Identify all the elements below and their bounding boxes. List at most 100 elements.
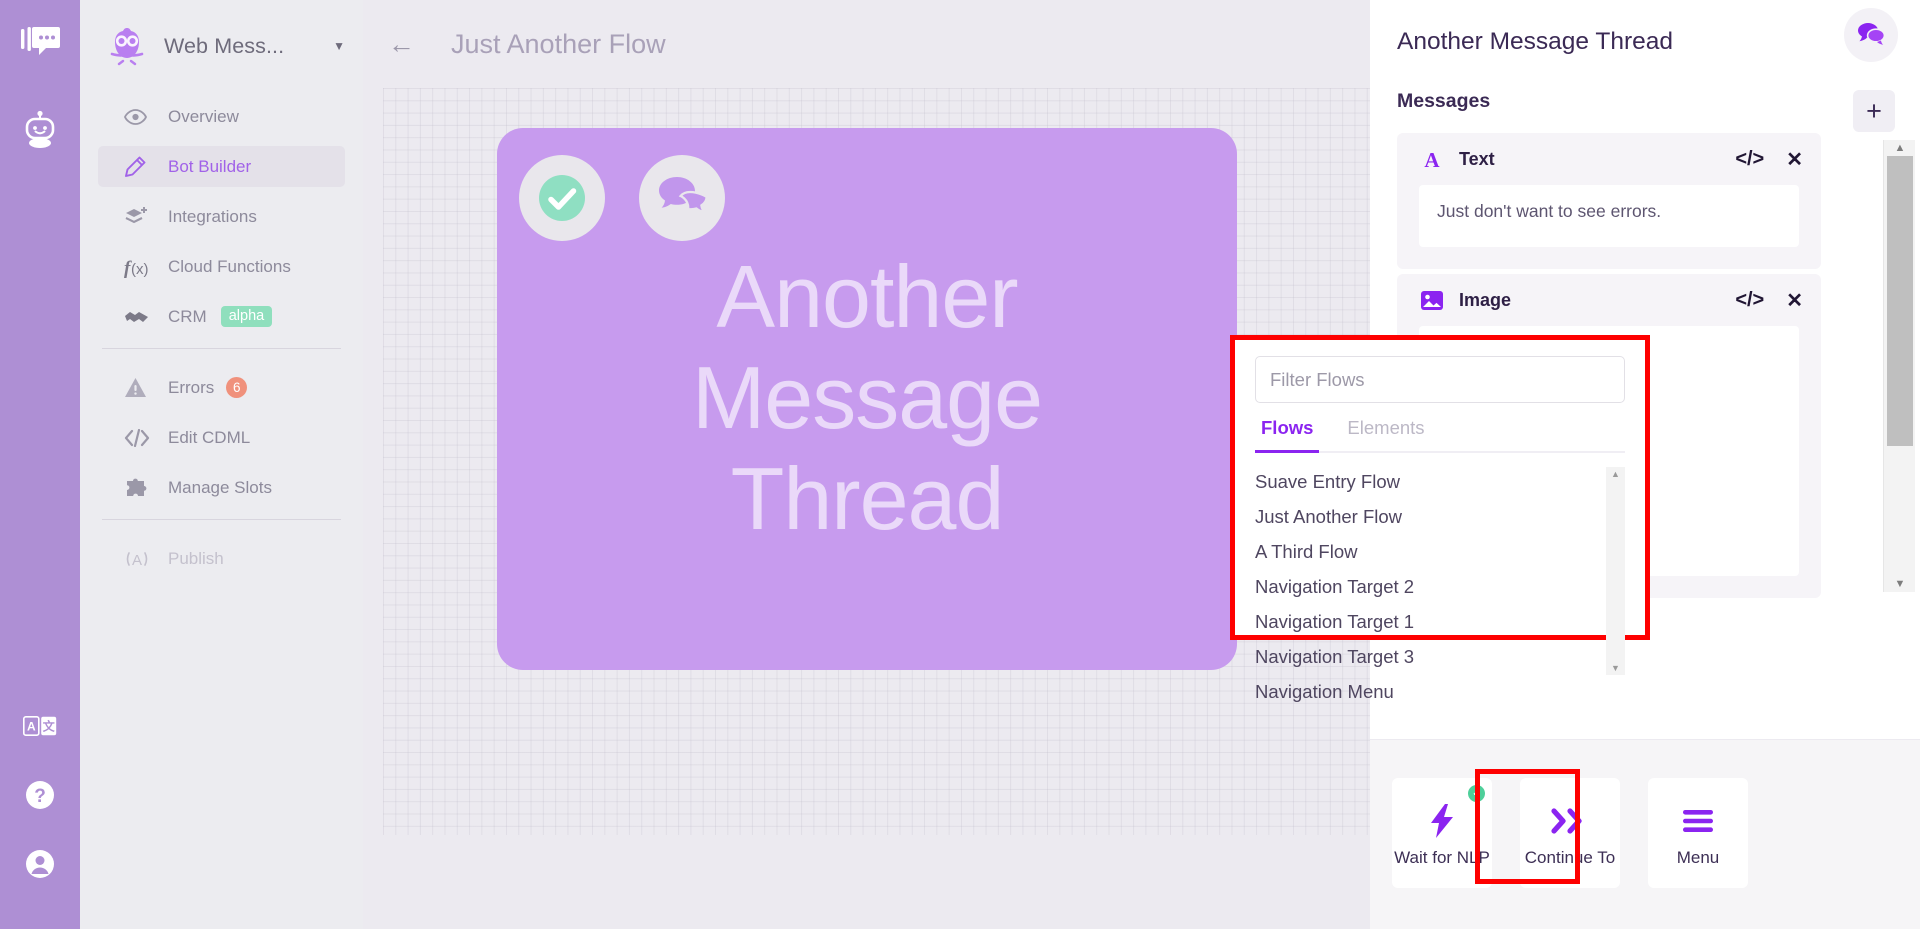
scroll-down-icon[interactable]: ▼ — [1606, 663, 1625, 673]
flow-list-item[interactable]: Navigation Target 1 — [1255, 607, 1603, 642]
image-icon — [1419, 290, 1445, 310]
tab-flows[interactable]: Flows — [1255, 417, 1320, 453]
sidebar-item-errors[interactable]: Errors 6 — [98, 367, 345, 408]
message-toolbar: ✓ Wait for NLP Continue To Menu — [1370, 739, 1920, 929]
sidebar-item-integrations[interactable]: Integrations — [98, 196, 345, 237]
message-text-content[interactable]: Just don't want to see errors. — [1419, 185, 1799, 247]
warning-icon — [124, 377, 152, 398]
app-icon-rail: A 文 ? — [0, 0, 80, 929]
sidebar-item-label: Errors — [168, 377, 215, 397]
back-arrow-icon[interactable]: ← — [388, 30, 415, 58]
toolbar-button-continue-to[interactable]: Continue To — [1520, 778, 1620, 888]
svg-text:文: 文 — [43, 719, 56, 734]
owl-logo-icon — [102, 21, 152, 71]
pencil-icon — [124, 156, 152, 178]
code-icon — [124, 428, 152, 447]
translate-icon[interactable]: A 文 — [23, 709, 57, 743]
sidebar-nav: Overview Bot Builder Integrations f (x) C… — [80, 96, 363, 579]
eye-icon — [124, 108, 152, 125]
flow-node-card[interactable]: Another Message Thread — [497, 128, 1237, 670]
flow-list-item[interactable]: Navigation Menu — [1255, 677, 1603, 712]
sidebar-item-label: Cloud Functions — [168, 256, 291, 276]
flow-list-item[interactable]: Navigation Target 3 — [1255, 642, 1603, 677]
toolbar-button-label: Wait for NLP — [1394, 848, 1490, 867]
flow-list-item[interactable]: Just Another Flow — [1255, 502, 1603, 537]
scroll-up-icon[interactable]: ▲ — [1606, 469, 1625, 479]
close-icon[interactable]: ✕ — [1786, 288, 1803, 313]
flow-node-title: Another Message Thread — [497, 246, 1237, 550]
svg-text:A: A — [1424, 148, 1440, 170]
message-type-label: Image — [1459, 289, 1512, 310]
flow-node-title-line: Message — [691, 348, 1043, 448]
sidebar-item-label: Edit CDML — [168, 427, 251, 447]
check-badge-icon: ✓ — [1468, 785, 1485, 802]
rail-bottom-icons: A 文 ? — [23, 709, 57, 881]
page-title: Just Another Flow — [451, 28, 666, 59]
flow-node-title-line: Thread — [730, 449, 1005, 549]
sidebar-item-crm[interactable]: CRM alpha — [98, 296, 345, 337]
tab-elements[interactable]: Elements — [1341, 417, 1430, 451]
message-type-label: Text — [1459, 148, 1495, 169]
scrollbar-thumb[interactable] — [1887, 156, 1913, 446]
workspace-selector[interactable]: Web Mess... ▼ — [80, 0, 363, 92]
code-icon[interactable]: </> — [1735, 289, 1764, 312]
add-message-button[interactable]: + — [1853, 90, 1895, 132]
sidebar-item-cloud-functions[interactable]: f (x) Cloud Functions — [98, 246, 345, 287]
message-card-text[interactable]: A Text </> ✕ Just don't want to see erro… — [1397, 133, 1821, 269]
flow-picker-popup[interactable]: Flows Elements Suave Entry Flow Just Ano… — [1235, 340, 1645, 702]
svg-text:?: ? — [34, 786, 46, 807]
flow-canvas[interactable]: Another Message Thread ← Just Another Fl… — [363, 0, 1370, 929]
sidebar-item-edit-cdml[interactable]: Edit CDML — [98, 417, 345, 458]
toolbar-button-menu[interactable]: Menu — [1648, 778, 1748, 888]
panel-title: Another Message Thread — [1397, 28, 1674, 55]
layers-icon — [124, 206, 152, 227]
sidebar-item-label: Publish — [168, 548, 224, 568]
bot-icon[interactable] — [19, 109, 61, 151]
filter-flows-input[interactable] — [1255, 356, 1625, 403]
flow-list: Suave Entry Flow Just Another Flow A Thi… — [1255, 467, 1603, 702]
close-icon[interactable]: ✕ — [1786, 147, 1803, 172]
flow-list-item[interactable]: Navigation Target 2 — [1255, 572, 1603, 607]
broadcast-icon: A — [124, 549, 152, 569]
flow-list-scrollbar[interactable]: ▲ ▼ — [1606, 467, 1625, 675]
account-icon[interactable] — [23, 847, 57, 881]
help-icon[interactable]: ? — [23, 778, 57, 812]
sidebar-divider-2 — [102, 519, 341, 520]
svg-text:(x): (x) — [131, 261, 149, 278]
code-icon[interactable]: </> — [1735, 148, 1764, 171]
flow-node-icons — [519, 155, 725, 241]
chat-bubbles-icon — [639, 155, 725, 241]
flow-list-item[interactable]: A Third Flow — [1255, 537, 1603, 572]
error-count-badge: 6 — [226, 377, 248, 398]
scroll-down-icon[interactable]: ▼ — [1884, 578, 1916, 590]
flow-picker-highlight: Flows Elements Suave Entry Flow Just Ano… — [1230, 335, 1650, 702]
flow-list-item[interactable]: Suave Entry Flow — [1255, 467, 1603, 502]
sidebar-item-label: CRM — [168, 306, 207, 326]
canvas-header: ← Just Another Flow — [363, 0, 1370, 88]
sidebar: Web Mess... ▼ Overview Bot Builder Integ… — [80, 0, 363, 929]
sidebar-item-manage-slots[interactable]: Manage Slots — [98, 467, 345, 508]
flow-node-title-line: Another — [716, 247, 1018, 346]
app-root: A 文 ? Web Mess... ▼ Overview Bot Builder… — [0, 0, 1920, 929]
sidebar-item-publish: A Publish — [98, 538, 345, 579]
flow-picker-tabs: Flows Elements — [1255, 417, 1625, 453]
scroll-up-icon[interactable]: ▲ — [1884, 142, 1916, 154]
puzzle-icon — [124, 478, 152, 498]
workspace-name: Web Mess... — [164, 33, 285, 58]
panel-scrollbar[interactable]: ▲ ▼ — [1883, 140, 1915, 592]
sidebar-item-bot-builder[interactable]: Bot Builder — [98, 146, 345, 187]
messages-section-label: Messages — [1397, 90, 1491, 112]
toolbar-button-wait-for-nlp[interactable]: ✓ Wait for NLP — [1392, 778, 1492, 888]
lightning-icon — [1428, 798, 1456, 844]
toolbar-button-label: Continue To — [1524, 848, 1616, 867]
sidebar-item-label: Integrations — [168, 206, 257, 226]
function-icon: f (x) — [124, 256, 152, 278]
chat-preview-button[interactable] — [1844, 8, 1898, 62]
sidebar-item-label: Manage Slots — [168, 477, 272, 497]
chat-logo-icon[interactable] — [18, 20, 62, 64]
message-card-header: Image </> ✕ — [1397, 274, 1821, 326]
flow-list-wrapper: Suave Entry Flow Just Another Flow A Thi… — [1255, 467, 1625, 702]
sidebar-item-overview[interactable]: Overview — [98, 96, 345, 137]
chevron-down-icon[interactable]: ▼ — [333, 39, 345, 53]
sidebar-item-label: Bot Builder — [168, 156, 252, 176]
